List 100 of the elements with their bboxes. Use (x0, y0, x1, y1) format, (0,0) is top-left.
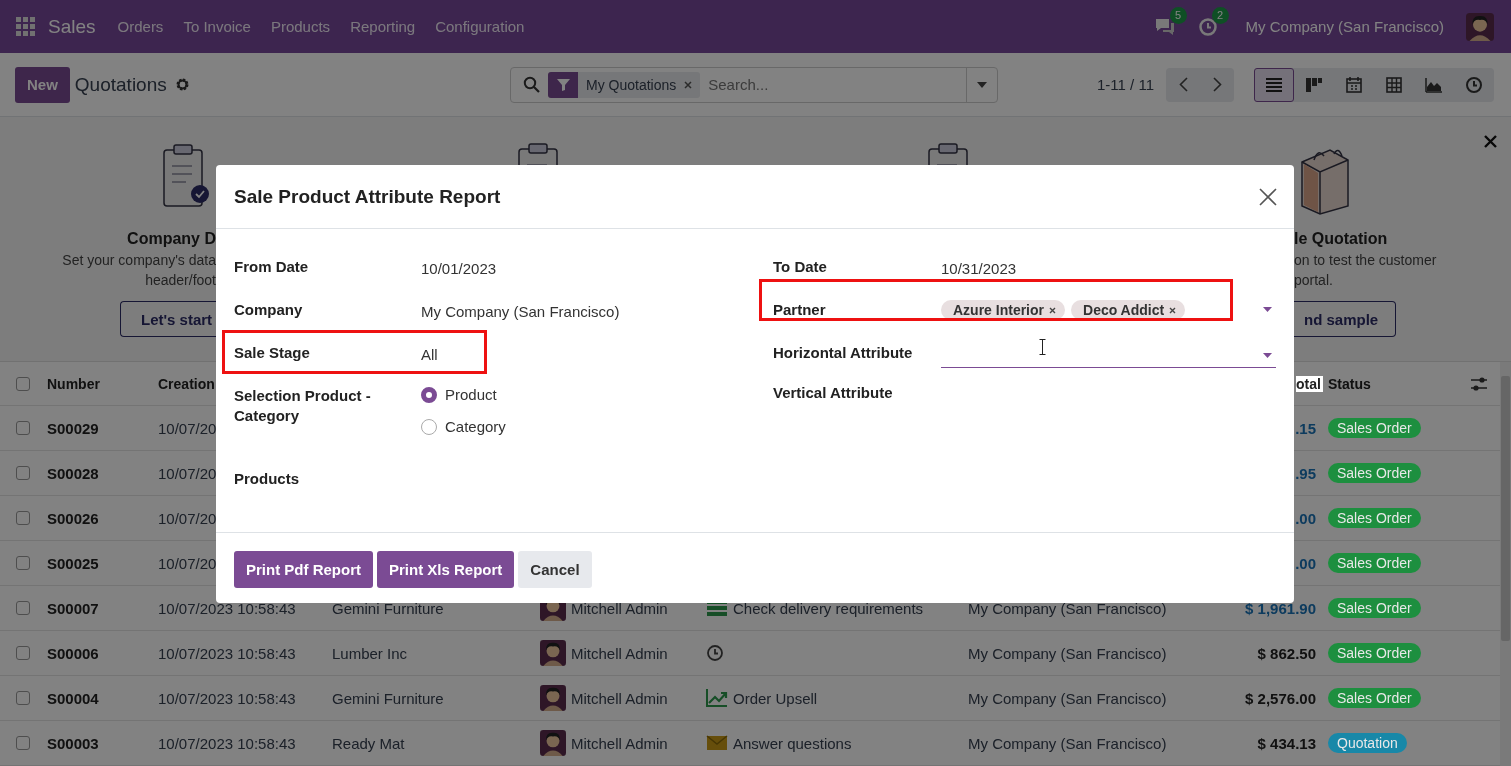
settings-icon[interactable] (174, 77, 190, 92)
row-checkbox[interactable] (16, 691, 30, 705)
row-checkbox[interactable] (16, 601, 30, 615)
partner-tag[interactable]: Azure Interior (941, 300, 1065, 320)
card-title: Company D (127, 230, 216, 248)
card-text: portal. (1294, 272, 1333, 288)
select-all-checkbox[interactable] (16, 376, 30, 391)
menu-item[interactable]: Orders (107, 12, 174, 41)
caret-icon[interactable] (977, 81, 987, 88)
radio-label[interactable]: Category (445, 418, 506, 435)
field-value[interactable]: 10/01/2023 (421, 257, 773, 279)
caret-icon[interactable] (1263, 307, 1272, 312)
table-cell: $ 434.13 (1257, 734, 1316, 752)
dialog-title: Sale Product Attribute Report (234, 185, 501, 208)
column-header[interactable]: Creation (158, 375, 215, 392)
remove-icon[interactable] (1049, 306, 1056, 314)
calendar-icon (1344, 74, 1364, 95)
table-cell: .00 (1295, 554, 1316, 572)
radio-label[interactable]: Product (445, 386, 497, 403)
table-cell: S00029 (47, 419, 99, 437)
list-view-button[interactable] (1254, 67, 1294, 102)
search-input[interactable]: Search... (706, 75, 966, 94)
menu-item[interactable]: To Invoice (173, 12, 261, 41)
user-avatar[interactable] (1466, 12, 1494, 41)
trend-chart-icon[interactable] (706, 688, 728, 708)
field-value[interactable]: My Company (San Francisco) (421, 300, 773, 322)
row-checkbox[interactable] (16, 646, 30, 660)
field-label: Products (234, 469, 300, 489)
table-cell: Gemini Furniture (332, 599, 444, 617)
caret-icon[interactable] (1263, 353, 1272, 358)
menu-item[interactable]: Products (260, 12, 341, 41)
partner-tag[interactable]: Deco Addict (1071, 300, 1186, 320)
table-cell: My Company (San Francisco) (968, 599, 1167, 617)
table-cell: My Company (San Francisco) (968, 689, 1167, 707)
card-text: Set your company's data (62, 252, 216, 268)
company-switcher[interactable]: My Company (San Francisco) (1245, 18, 1444, 35)
filter-icon (556, 78, 570, 91)
table-cell: S00025 (47, 554, 99, 572)
search-bar[interactable]: My Quotations Search... (510, 66, 998, 103)
tags-field[interactable]: Azure Interior Deco Addict (941, 297, 1276, 323)
radio-button[interactable] (421, 386, 437, 403)
user-avatar (540, 685, 566, 711)
cancel-button[interactable]: Cancel (518, 551, 592, 588)
salesperson-name: Mitchell Admin (571, 644, 668, 662)
table-cell: S00003 (47, 734, 99, 752)
chat-icon[interactable] (1153, 16, 1176, 37)
table-cell: $ 862.50 (1257, 644, 1316, 662)
field-value[interactable]: 10/31/2023 (941, 257, 1276, 279)
menu-item[interactable]: Reporting (340, 12, 426, 41)
table-cell: .00 (1295, 509, 1316, 527)
remove-icon[interactable] (684, 80, 693, 89)
report-button[interactable]: Print Xls Report (377, 551, 515, 588)
status-badge: Sales Order (1328, 598, 1421, 618)
count-badge: 2 (1211, 6, 1229, 24)
status-badge: Sales Order (1328, 553, 1421, 573)
column-header[interactable]: Status (1328, 375, 1371, 392)
menu-item[interactable]: Configuration (425, 12, 535, 41)
scrollbar[interactable] (1500, 362, 1511, 766)
close-icon[interactable] (1484, 135, 1497, 148)
field-label: From Date (234, 257, 310, 277)
activity-icon (1464, 74, 1484, 95)
table-cell: S00028 (47, 464, 99, 482)
table-cell: 10/07/20 (158, 554, 217, 572)
table-cell: S00006 (47, 644, 99, 662)
clock-icon[interactable] (706, 644, 724, 662)
activity-summary: Check delivery requirements (733, 599, 924, 617)
table-cell: .95 (1295, 464, 1316, 482)
app-name[interactable]: Sales (48, 15, 96, 38)
table-cell: Lumber Inc (332, 644, 408, 662)
field-value[interactable]: All (421, 343, 773, 365)
count-badge: 5 (1169, 6, 1187, 24)
column-header[interactable]: Number (47, 375, 100, 392)
close-icon[interactable] (1259, 187, 1277, 206)
status-badge: Sales Order (1328, 418, 1421, 438)
envelope-icon[interactable] (706, 733, 728, 753)
column-options-icon[interactable] (1470, 375, 1488, 392)
remove-icon[interactable] (1169, 306, 1177, 314)
row-checkbox[interactable] (16, 736, 30, 750)
status-badge: Sales Order (1328, 463, 1421, 483)
status-badge: Quotation (1328, 733, 1407, 753)
filter-facet[interactable]: My Quotations (548, 71, 701, 98)
new-button[interactable]: New (15, 66, 70, 103)
row-checkbox[interactable] (16, 556, 30, 570)
apps-menu-icon[interactable] (16, 17, 35, 36)
column-header[interactable]: otal (1296, 375, 1323, 392)
text-cursor-icon (1039, 339, 1046, 355)
activity-summary: Order Upsell (733, 689, 818, 707)
tag-label: Azure Interior (953, 302, 1044, 318)
row-checkbox[interactable] (16, 421, 30, 435)
salesperson-name: Mitchell Admin (571, 599, 668, 617)
table-cell: 10/07/2023 10:58:43 (158, 644, 296, 662)
activity-summary: Answer questions (733, 734, 852, 752)
row-checkbox[interactable] (16, 466, 30, 480)
search-icon[interactable] (523, 76, 540, 93)
pager-value[interactable]: 1-11 / 11 (1097, 76, 1154, 93)
user-avatar (540, 730, 566, 756)
row-checkbox[interactable] (16, 511, 30, 525)
table-cell: 10/07/2023 10:58:43 (158, 689, 296, 707)
tag-label: Deco Addict (1083, 302, 1165, 318)
report-button[interactable]: Print Pdf Report (234, 551, 373, 588)
